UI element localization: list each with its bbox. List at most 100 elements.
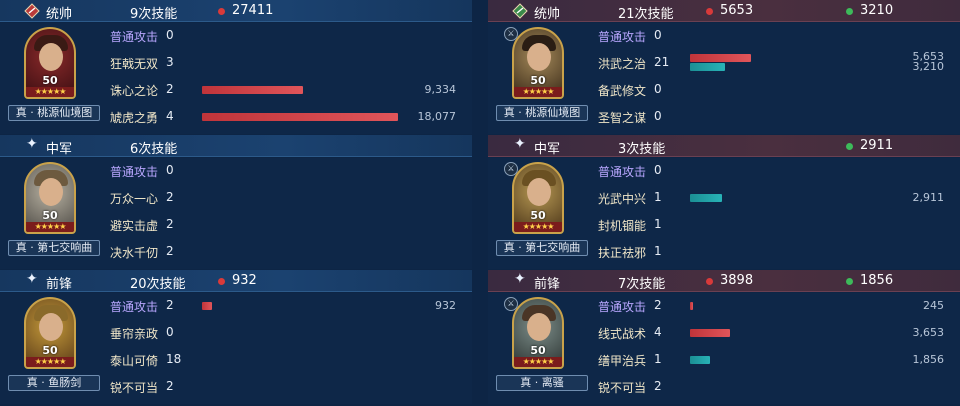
skill-name: 线式战术 xyxy=(598,327,647,341)
basic-attack-label: 普通攻击 xyxy=(598,300,647,314)
skill-count: 7次技能 xyxy=(618,277,666,292)
skill-count: 3次技能 xyxy=(618,142,666,157)
hero-level: 50 xyxy=(42,344,58,357)
cast-count: 1 xyxy=(654,190,662,204)
damage-bar xyxy=(690,329,730,337)
skill-name: 圣智之谋 xyxy=(598,111,647,125)
skill-row: 封机锢能 1 xyxy=(598,214,960,236)
cast-count: 18 xyxy=(166,352,182,366)
right-vanguard-section: ✦ 前锋 7次技能 3898 1856 50 ★★★★★ ⚔ 真 · 离骚 普通攻击 2 245 线式战… xyxy=(488,270,960,404)
total-heal: 1856 xyxy=(860,273,894,288)
star-rating: ★★★★★ xyxy=(514,87,562,97)
hero-portrait[interactable]: 50 ★★★★★ xyxy=(24,297,76,369)
cast-count: 0 xyxy=(654,109,662,123)
skill-name: 决水千仞 xyxy=(110,246,159,260)
commander-icon xyxy=(512,3,528,19)
skill-name: 垂帘亲政 xyxy=(110,327,159,341)
hero-portrait[interactable]: 50 ★★★★★ xyxy=(512,297,564,369)
star-rating: ★★★★★ xyxy=(26,357,74,367)
hero-level: 50 xyxy=(530,74,546,87)
basic-attack-label: 普通攻击 xyxy=(598,165,647,179)
ability-badge-icon: ⚔ xyxy=(504,297,518,311)
hero-face xyxy=(39,43,63,71)
gear-label: 真 · 桃源仙境图 xyxy=(496,105,588,121)
damage-bar xyxy=(690,54,751,62)
hero-portrait[interactable]: 50 ★★★★★ xyxy=(512,27,564,99)
section-header: ✦ 前锋 7次技能 3898 1856 xyxy=(488,270,960,292)
cast-count: 0 xyxy=(654,28,662,42)
gear-label: 真 · 第七交响曲 xyxy=(8,240,100,256)
heal-value: 1,856 xyxy=(912,353,945,366)
skill-row: 圣智之谋 0 xyxy=(598,106,960,128)
skill-name: 锐不可当 xyxy=(110,381,159,395)
role-label: 前锋 xyxy=(534,277,561,292)
section-body: 50 ★★★★★ 真 · 鱼肠剑 普通攻击 2 932 垂帘亲政 0 泰山可倚 18 锐不可当 2 xyxy=(0,293,472,404)
skill-name: 扶正祛邪 xyxy=(598,246,647,260)
hero-portrait[interactable]: 50 ★★★★★ xyxy=(24,162,76,234)
skill-count: 6次技能 xyxy=(130,142,178,157)
damage-value: 245 xyxy=(923,299,944,312)
skill-name: 诛心之论 xyxy=(110,84,159,98)
skill-row: 扶正祛邪 1 xyxy=(598,241,960,263)
damage-dot-icon xyxy=(218,278,225,285)
role-label: 中军 xyxy=(534,142,561,157)
damage-value: 9,334 xyxy=(424,83,457,96)
skill-name: 避实击虚 xyxy=(110,219,159,233)
damage-bar xyxy=(202,86,303,94)
skill-row: 万众一心 2 xyxy=(110,187,472,209)
role-label: 统帅 xyxy=(46,7,73,22)
cast-count: 0 xyxy=(166,28,174,42)
section-body: 50 ★★★★★ ⚔ 真 · 桃源仙境图 普通攻击 0 洪武之治 21 5,653 3,210 备武… xyxy=(488,23,960,134)
skill-row: 虓虎之勇 4 18,077 xyxy=(110,106,472,128)
star-rating: ★★★★★ xyxy=(26,222,74,232)
heal-dot-icon xyxy=(846,278,853,285)
damage-bar xyxy=(202,302,212,310)
star-rating: ★★★★★ xyxy=(26,87,74,97)
cast-count: 1 xyxy=(654,217,662,231)
cast-count: 0 xyxy=(654,163,662,177)
skill-name: 狂戟无双 xyxy=(110,57,159,71)
total-heal: 2911 xyxy=(860,138,894,153)
skill-row: 狂戟无双 3 xyxy=(110,52,472,74)
right-team-column: 统帅 21次技能 5653 3210 50 ★★★★★ ⚔ 真 · 桃源仙境图 普通攻击 0 洪武之… xyxy=(488,0,960,406)
star-rating: ★★★★★ xyxy=(514,357,562,367)
gear-label: 真 · 桃源仙境图 xyxy=(8,105,100,121)
heal-dot-icon xyxy=(846,8,853,15)
basic-attack-label: 普通攻击 xyxy=(110,165,159,179)
basic-attack-label: 普通攻击 xyxy=(110,300,159,314)
skill-count: 9次技能 xyxy=(130,7,178,22)
cast-count: 2 xyxy=(654,379,662,393)
gear-label: 真 · 离骚 xyxy=(496,375,588,391)
heal-value: 3,210 xyxy=(912,60,945,73)
hero-portrait[interactable]: 50 ★★★★★ xyxy=(24,27,76,99)
section-header: 统帅 9次技能 27411 xyxy=(0,0,472,22)
cast-count: 1 xyxy=(654,352,662,366)
hero-face xyxy=(39,178,63,206)
heal-bar xyxy=(690,356,710,364)
hero-portrait[interactable]: 50 ★★★★★ xyxy=(512,162,564,234)
star-icon: ✦ xyxy=(26,136,38,152)
skill-row: 备武修文 0 xyxy=(598,79,960,101)
ability-badge-icon: ⚔ xyxy=(504,27,518,41)
hero-face xyxy=(527,43,551,71)
right-commander-section: 统帅 21次技能 5653 3210 50 ★★★★★ ⚔ 真 · 桃源仙境图 普通攻击 0 洪武之… xyxy=(488,0,960,134)
damage-dot-icon xyxy=(706,278,713,285)
section-header: ✦ 前锋 20次技能 932 xyxy=(0,270,472,292)
skill-row: 普通攻击 2 245 xyxy=(598,295,960,317)
skill-name: 封机锢能 xyxy=(598,219,647,233)
heal-bar xyxy=(690,63,725,71)
skill-row: 普通攻击 0 xyxy=(598,25,960,47)
total-damage: 3898 xyxy=(720,273,754,288)
skill-name: 锐不可当 xyxy=(598,381,647,395)
hero-face xyxy=(527,313,551,341)
damage-value: 932 xyxy=(435,299,456,312)
cast-count: 2 xyxy=(166,217,174,231)
damage-bar xyxy=(690,302,693,310)
gear-label: 真 · 第七交响曲 xyxy=(496,240,588,256)
heal-value: 2,911 xyxy=(912,191,945,204)
cast-count: 1 xyxy=(654,244,662,258)
heal-dot-icon xyxy=(846,143,853,150)
skill-row: 决水千仞 2 xyxy=(110,241,472,263)
cast-count: 4 xyxy=(166,109,174,123)
hero-level: 50 xyxy=(530,209,546,222)
